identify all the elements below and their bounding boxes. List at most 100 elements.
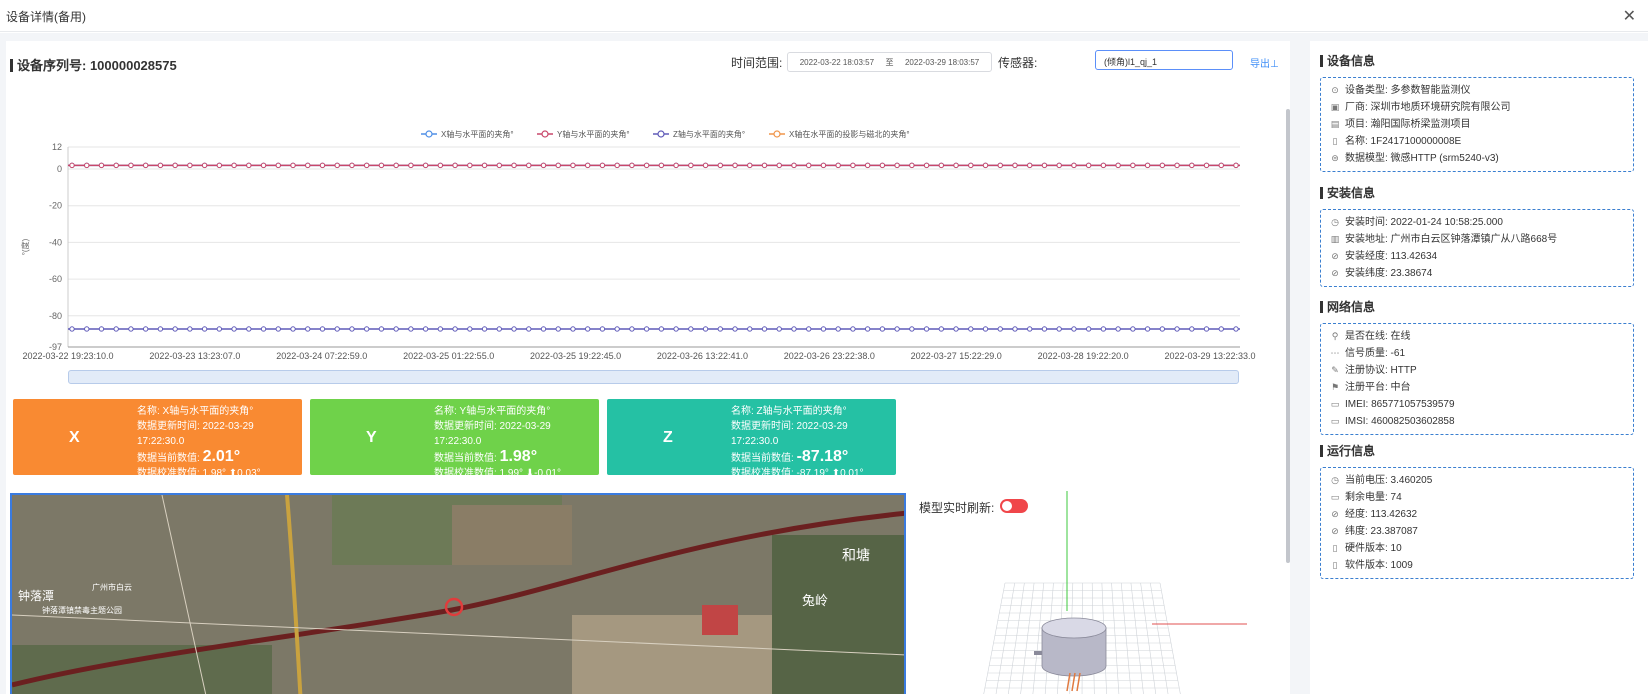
- device-row-icon: ▣: [1330, 102, 1340, 112]
- install-row-icon: ⊘: [1331, 251, 1339, 261]
- data-point: [1056, 326, 1062, 332]
- data-point: [290, 162, 296, 169]
- runtime-row-icon: ◷: [1331, 475, 1339, 485]
- y-tick-label: -40: [49, 237, 62, 247]
- data-point: [953, 162, 959, 169]
- data-point: [864, 162, 871, 169]
- data-point: [909, 162, 915, 169]
- data-point: [1085, 162, 1092, 169]
- data-point: [172, 162, 178, 169]
- export-button[interactable]: 导出⊥: [1250, 55, 1279, 70]
- data-point: [791, 162, 797, 169]
- data-point: [128, 162, 134, 169]
- runtime-info-row: ⊘ 纬度: 23.387087: [1329, 523, 1625, 540]
- legend-label: Y轴与水平面的夹角°: [557, 129, 630, 139]
- install-row-text: 安装纬度: 23.38674: [1345, 268, 1433, 279]
- data-point: [1233, 326, 1239, 332]
- end-time-input[interactable]: 2022-03-29 18:03:57: [905, 58, 979, 67]
- install-row-icon: ⊘: [1331, 268, 1339, 278]
- data-point: [363, 326, 370, 332]
- data-point: [835, 326, 841, 332]
- sensor-card-y[interactable]: Y 名称: Y轴与水平面的夹角° 数据更新时间: 2022-03-29 17:22:…: [310, 399, 599, 479]
- network-info-row: ▭ IMSI: 460082503602858: [1329, 413, 1625, 430]
- data-point: [246, 326, 252, 332]
- data-point: [187, 162, 193, 169]
- data-point: [1174, 326, 1180, 332]
- data-point: [201, 162, 208, 169]
- runtime-row-text: 当前电压: 3.460205: [1345, 475, 1433, 486]
- sensor-label: 传感器:: [998, 56, 1038, 70]
- legend-marker: [773, 130, 781, 138]
- data-point: [570, 162, 576, 169]
- runtime-info-section: 运行信息 ◷ 当前电压: 3.460205 ▭ 剩余电量: 74 ⊘ 经度: 113.42…: [1310, 445, 1644, 579]
- sensor-card-z[interactable]: Z 名称: Z轴与水平面的夹角° 数据更新时间: 2022-03-29 17:22:…: [607, 399, 896, 479]
- data-point: [481, 326, 488, 332]
- data-point: [408, 326, 414, 332]
- device-info-section: 设备信息 ⊙ 设备类型: 多参数智能监测仪 ▣ 厂商: 深圳市地质环境研究院有限公司 ▤…: [1310, 55, 1644, 172]
- network-row-icon: ⚲: [1331, 331, 1339, 341]
- card-current-row: 数据当前数值: 2.01°: [137, 449, 302, 466]
- data-point: [231, 326, 237, 332]
- y-tick-label: 12: [52, 142, 62, 152]
- data-point: [1189, 162, 1195, 169]
- data-point: [923, 326, 930, 332]
- install-info-row: ▥ 安装地址: 广州市白云区钟落潭镇广从八路668号: [1329, 231, 1625, 248]
- data-point: [69, 162, 75, 169]
- x-tick-label: 2022-03-26 13:22:41.0: [657, 351, 748, 361]
- sensor-select[interactable]: (倾角)l1_qj_1: [1095, 50, 1233, 70]
- data-point: [968, 162, 974, 169]
- card-calibration: 数据校准数值: -87.19° ⬆0.01°: [731, 468, 864, 479]
- time-range-picker[interactable]: 2022-03-22 18:03:57 至 2022-03-29 18:03:5…: [787, 52, 992, 72]
- data-point: [806, 326, 812, 332]
- data-point: [187, 326, 193, 332]
- start-time-input[interactable]: 2022-03-22 18:03:57: [800, 58, 874, 67]
- device-info-row: ▣ 厂商: 深圳市地质环境研究院有限公司: [1329, 99, 1625, 116]
- data-point: [776, 326, 782, 332]
- device-3d-model[interactable]: [982, 491, 1290, 694]
- install-row-icon: ◷: [1331, 217, 1339, 227]
- data-point: [1012, 326, 1018, 332]
- network-row-text: IMSI: 460082503602858: [1345, 416, 1455, 427]
- data-point: [349, 162, 355, 169]
- map-label: 和塘: [842, 547, 870, 563]
- runtime-row-text: 软件版本: 1009: [1345, 560, 1413, 571]
- data-point: [496, 326, 502, 332]
- sensor-card-x[interactable]: X 名称: X轴与水平面的夹角° 数据更新时间: 2022-03-29 17:22:…: [13, 399, 302, 479]
- data-point: [540, 326, 547, 332]
- data-point: [1071, 326, 1077, 332]
- data-point: [98, 326, 105, 332]
- card-update-time: 数据更新时间: 2022-03-29 17:22:30.0: [434, 421, 551, 447]
- card-current-value: 2.01°: [202, 448, 241, 465]
- x-tick-label: 2022-03-27 15:22:29.0: [911, 351, 1002, 361]
- card-name: 名称: X轴与水平面的夹角°: [137, 406, 254, 417]
- data-point: [1218, 162, 1224, 169]
- map-label: 广州市白云: [92, 582, 132, 592]
- y-tick-label: -20: [49, 201, 62, 211]
- data-point: [216, 326, 223, 332]
- network-info-section: 网络信息 ⚲ 是否在线: 在线 ⋯ 信号质量: -61 ✎ 注册协议: HTTP ⚑ 注册平台…: [1310, 301, 1644, 435]
- device-serial: 设备序列号: 100000028575: [10, 59, 177, 72]
- device-row-text: 项目: 瀚阳国际桥梁监测项目: [1345, 119, 1471, 130]
- data-point: [1041, 162, 1048, 169]
- satellite-map[interactable]: 钟落潭 钟落潭镇禁毒主题公园 和塘 兔岭 广州市白云: [10, 493, 906, 694]
- chart-zoom-slider[interactable]: [68, 370, 1239, 384]
- data-point: [555, 162, 561, 169]
- close-icon[interactable]: ✕: [1623, 6, 1636, 26]
- main-scrollbar[interactable]: [1286, 109, 1290, 563]
- data-point: [688, 162, 694, 169]
- data-point: [1203, 162, 1210, 169]
- network-row-text: 信号质量: -61: [1345, 348, 1406, 359]
- network-info-row: ⋯ 信号质量: -61: [1329, 345, 1625, 362]
- network-row-text: IMEI: 865771057539579: [1345, 399, 1455, 410]
- data-point: [452, 162, 458, 169]
- card-current-label: 数据当前数值:: [434, 453, 497, 464]
- network-info-box: ⚲ 是否在线: 在线 ⋯ 信号质量: -61 ✎ 注册协议: HTTP ⚑ 注册平台: 中台 ▭…: [1320, 323, 1634, 435]
- install-info-row: ◷ 安装时间: 2022-01-24 10:58:25.000: [1329, 214, 1625, 231]
- data-point: [290, 326, 296, 332]
- card-info: 名称: X轴与水平面的夹角° 数据更新时间: 2022-03-29 17:22:3…: [137, 404, 302, 481]
- data-point: [584, 326, 591, 332]
- data-point: [378, 326, 385, 332]
- data-point: [717, 162, 724, 169]
- card-calibration: 数据校准数值: 1.98° ⬆0.03°: [137, 468, 261, 479]
- map-label: 钟落潭: [18, 588, 54, 603]
